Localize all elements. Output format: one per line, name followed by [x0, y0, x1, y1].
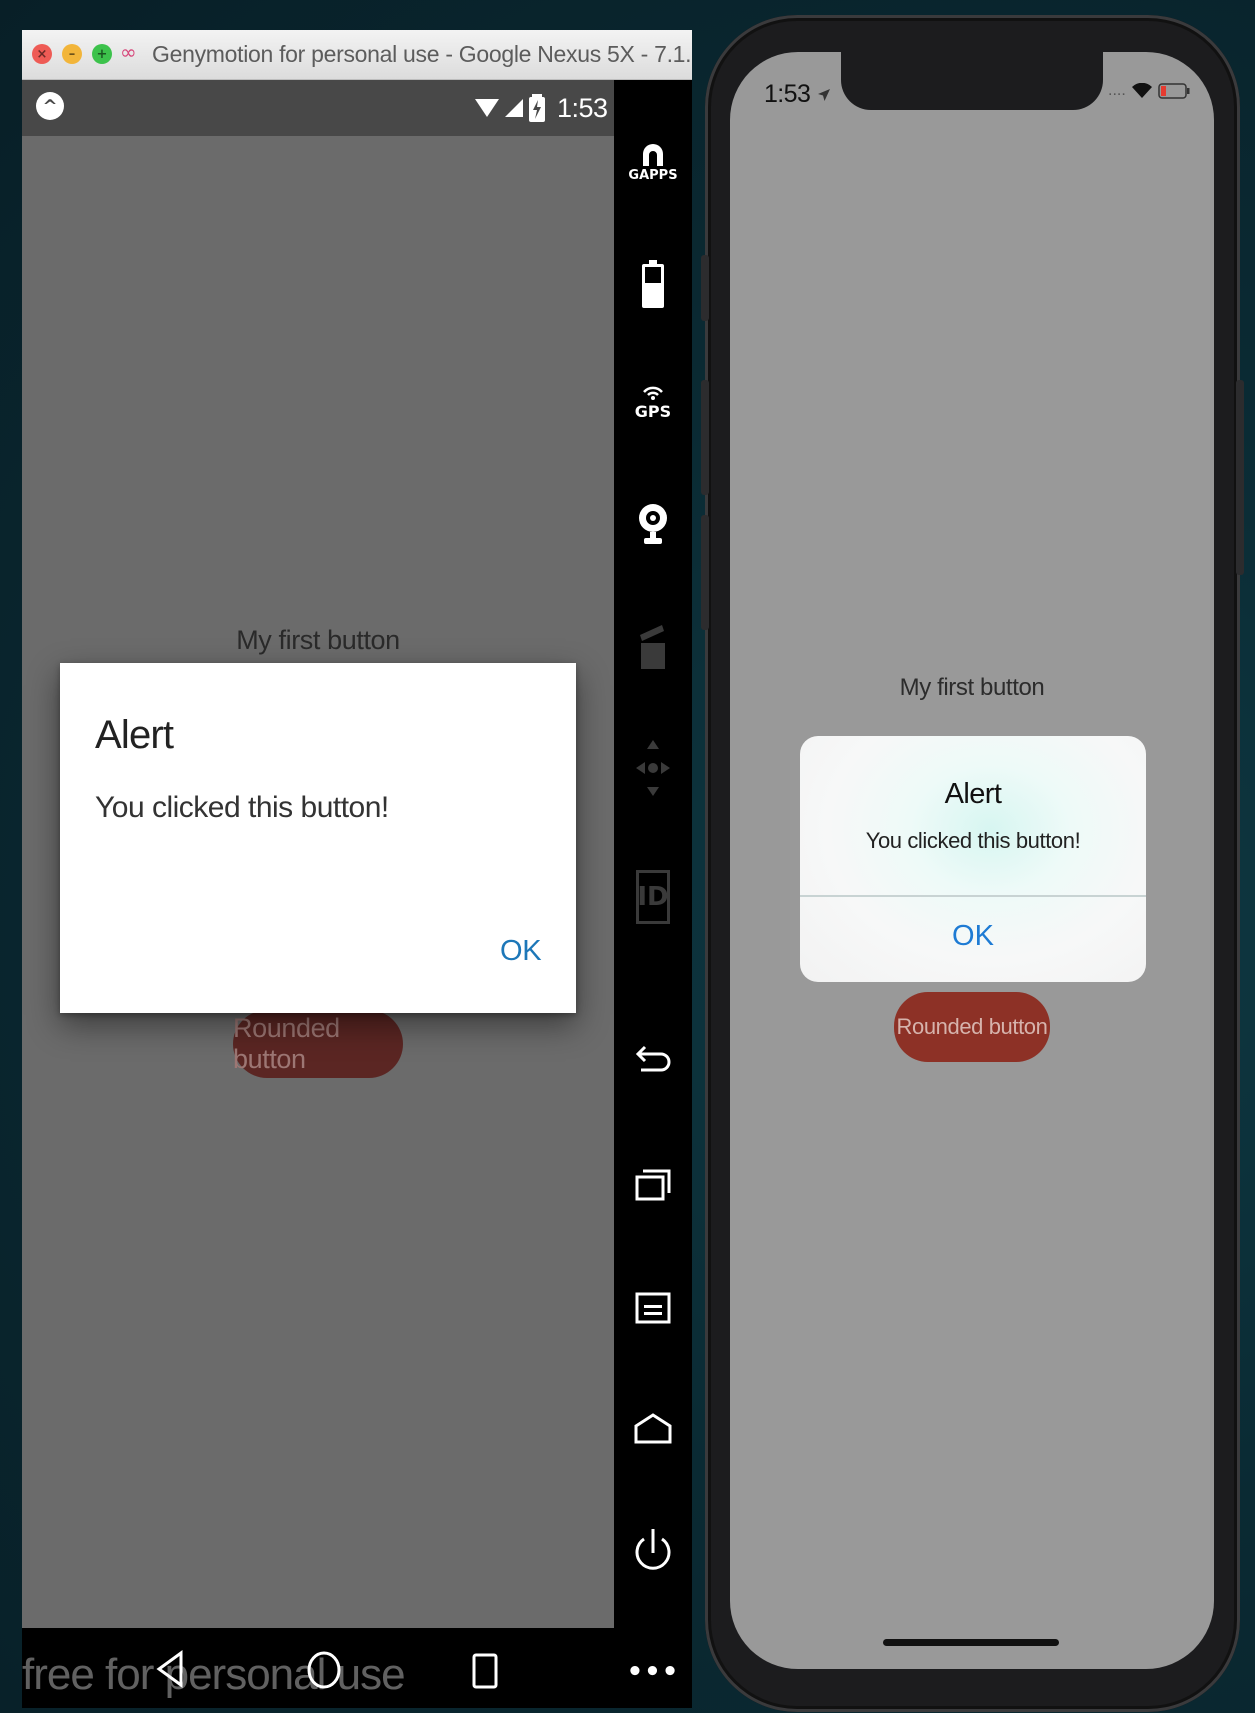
- battery-icon: [642, 260, 664, 308]
- react-native-icon: ^: [36, 92, 64, 120]
- ok-button[interactable]: OK: [800, 920, 1146, 953]
- rounded-button[interactable]: Rounded button: [233, 1010, 403, 1078]
- device-id-button[interactable]: ID: [614, 870, 692, 924]
- side-button: [1236, 380, 1244, 575]
- nav-recents-icon[interactable]: [471, 1652, 499, 1690]
- menu-icon: [635, 1292, 671, 1324]
- location-arrow-icon: [817, 89, 830, 102]
- wifi-icon: [475, 99, 499, 117]
- webcam-icon: [639, 504, 667, 544]
- android-status-time: 1:53: [557, 92, 608, 123]
- back-button[interactable]: [614, 1045, 692, 1079]
- ok-button[interactable]: OK: [500, 935, 542, 968]
- back-icon: [635, 1045, 671, 1072]
- more-icon: •••: [626, 1657, 680, 1687]
- home-button[interactable]: [614, 1412, 692, 1444]
- first-button[interactable]: My first button: [730, 674, 1214, 702]
- volume-down-button: [701, 515, 709, 630]
- menu-button[interactable]: [614, 1292, 692, 1324]
- gps-signal-icon: [643, 386, 663, 400]
- capture-button[interactable]: [614, 625, 692, 669]
- alert-dialog: Alert You clicked this button! OK: [60, 663, 576, 1013]
- recent-apps-icon: [635, 1169, 671, 1201]
- genymotion-logo-icon: ∞: [120, 40, 137, 64]
- watermark: free for personal use: [22, 1650, 406, 1699]
- more-button[interactable]: •••: [614, 1657, 692, 1687]
- maximize-icon[interactable]: +: [92, 44, 112, 64]
- power-button[interactable]: [614, 1525, 692, 1581]
- home-indicator[interactable]: [883, 1639, 1059, 1646]
- status-icons: 1:53: [475, 92, 608, 124]
- iphone-screen: 1:53 .... My first button Alert You clic…: [730, 52, 1214, 1669]
- webcam-button[interactable]: [614, 500, 692, 550]
- ios-status-icons: ....: [1108, 82, 1190, 100]
- capture-icon: [640, 625, 665, 669]
- close-icon[interactable]: ×: [32, 44, 52, 64]
- first-button[interactable]: My first button: [22, 625, 614, 656]
- rounded-button[interactable]: Rounded button: [894, 992, 1050, 1062]
- genymotion-toolbar: GAPPS GPS ID •••: [614, 80, 692, 1708]
- dialog-title: Alert: [944, 778, 1002, 810]
- gapps-label: GAPPS: [628, 168, 678, 183]
- dialog-message: You clicked this button!: [95, 791, 389, 824]
- power-icon: [635, 1529, 671, 1570]
- dialog-divider: [800, 895, 1146, 897]
- dpad-button[interactable]: [614, 740, 692, 796]
- volume-up-button: [701, 380, 709, 495]
- gps-button[interactable]: GPS: [614, 386, 692, 421]
- dialog-message: You clicked this button!: [865, 828, 1081, 853]
- alert-dialog: Alert You clicked this button! OK: [800, 736, 1146, 982]
- desktop-background: × – + ∞ Genymotion for personal use - Go…: [0, 0, 1255, 1713]
- gps-label: GPS: [634, 402, 672, 421]
- home-icon: [634, 1413, 672, 1444]
- battery-charging-icon: [529, 94, 545, 122]
- dialog-title: Alert: [95, 713, 174, 757]
- ios-status-time: 1:53: [764, 80, 831, 109]
- window-title: Genymotion for personal use - Google Nex…: [152, 41, 692, 67]
- cell-signal-icon: [505, 99, 523, 117]
- window-titlebar[interactable]: × – + ∞ Genymotion for personal use - Go…: [22, 30, 692, 80]
- gapps-icon: [643, 144, 663, 166]
- recent-apps-button[interactable]: [614, 1168, 692, 1202]
- wifi-icon: [1131, 83, 1152, 98]
- gapps-button[interactable]: GAPPS: [614, 140, 692, 183]
- mute-switch: [701, 255, 709, 321]
- battery-button[interactable]: [614, 260, 692, 308]
- iphone-notch: [841, 52, 1103, 110]
- battery-icon: [1158, 83, 1190, 99]
- minimize-icon[interactable]: –: [62, 44, 82, 64]
- genymotion-window: × – + ∞ Genymotion for personal use - Go…: [22, 30, 692, 1708]
- id-label: ID: [637, 882, 669, 912]
- dpad-icon: [636, 740, 670, 796]
- signal-dots: ....: [1108, 82, 1126, 99]
- android-status-bar: ^ 1:53: [22, 80, 614, 136]
- android-screen: ^ 1:53 My first button Rounded button Al…: [22, 80, 614, 1628]
- device-id-icon: ID: [636, 870, 670, 924]
